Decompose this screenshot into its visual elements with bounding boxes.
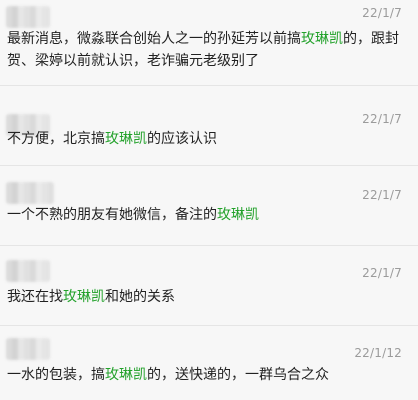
comment-list: 22/1/7 最新消息，微淼联合创始人之一的孙延芳以前搞玫琳凯的，跟封贺、梁婷以… <box>0 0 418 400</box>
highlighted-keyword[interactable]: 玫琳凯 <box>301 31 343 47</box>
comment-text-part: 一水的包装，搞 <box>7 367 105 383</box>
comment-text: 一个不熟的朋友有她微信，备注的玫琳凯 <box>7 204 408 226</box>
highlighted-keyword[interactable]: 玫琳凯 <box>105 131 147 147</box>
comment-item: 22/1/7 我还在找玫琳凯和她的关系 <box>0 246 418 326</box>
comment-text-part: 和她的关系 <box>105 289 175 305</box>
comment-text: 不方便，北京搞玫琳凯的应该认识 <box>7 128 408 150</box>
comment-item: 22/1/7 不方便，北京搞玫琳凯的应该认识 <box>0 86 418 166</box>
comment-item: 22/1/7 一个不熟的朋友有她微信，备注的玫琳凯 <box>0 166 418 246</box>
comment-date: 22/1/12 <box>354 346 402 360</box>
comment-text-part: 我还在找 <box>7 289 63 305</box>
highlighted-keyword[interactable]: 玫琳凯 <box>63 289 105 305</box>
blurred-author-name <box>6 260 50 282</box>
comment-text: 一水的包装，搞玫琳凯的，送快递的，一群乌合之众 <box>7 364 408 386</box>
comment-text: 最新消息，微淼联合创始人之一的孙延芳以前搞玫琳凯的，跟封贺、梁婷以前就认识，老诈… <box>7 28 408 72</box>
blurred-author-name <box>6 6 50 28</box>
comment-item: 22/1/7 最新消息，微淼联合创始人之一的孙延芳以前搞玫琳凯的，跟封贺、梁婷以… <box>0 0 418 86</box>
comment-text-part: 的，送快递的，一群乌合之众 <box>147 367 329 383</box>
blurred-author-name <box>6 338 50 360</box>
comment-date: 22/1/7 <box>362 266 402 280</box>
comment-text-part: 一个不熟的朋友有她微信，备注的 <box>7 207 217 223</box>
highlighted-keyword[interactable]: 玫琳凯 <box>217 207 259 223</box>
comment-item: 22/1/12 一水的包装，搞玫琳凯的，送快递的，一群乌合之众 <box>0 326 418 400</box>
comment-text-part: 最新消息，微淼联合创始人之一的孙延芳以前搞 <box>7 31 301 47</box>
comment-text-part: 不方便，北京搞 <box>7 131 105 147</box>
highlighted-keyword[interactable]: 玫琳凯 <box>105 367 147 383</box>
comment-text: 我还在找玫琳凯和她的关系 <box>7 286 408 308</box>
comment-date: 22/1/7 <box>362 6 402 20</box>
blurred-author-name <box>6 182 54 204</box>
comment-date: 22/1/7 <box>362 112 402 126</box>
comment-date: 22/1/7 <box>362 188 402 202</box>
comment-text-part: 的应该认识 <box>147 131 217 147</box>
